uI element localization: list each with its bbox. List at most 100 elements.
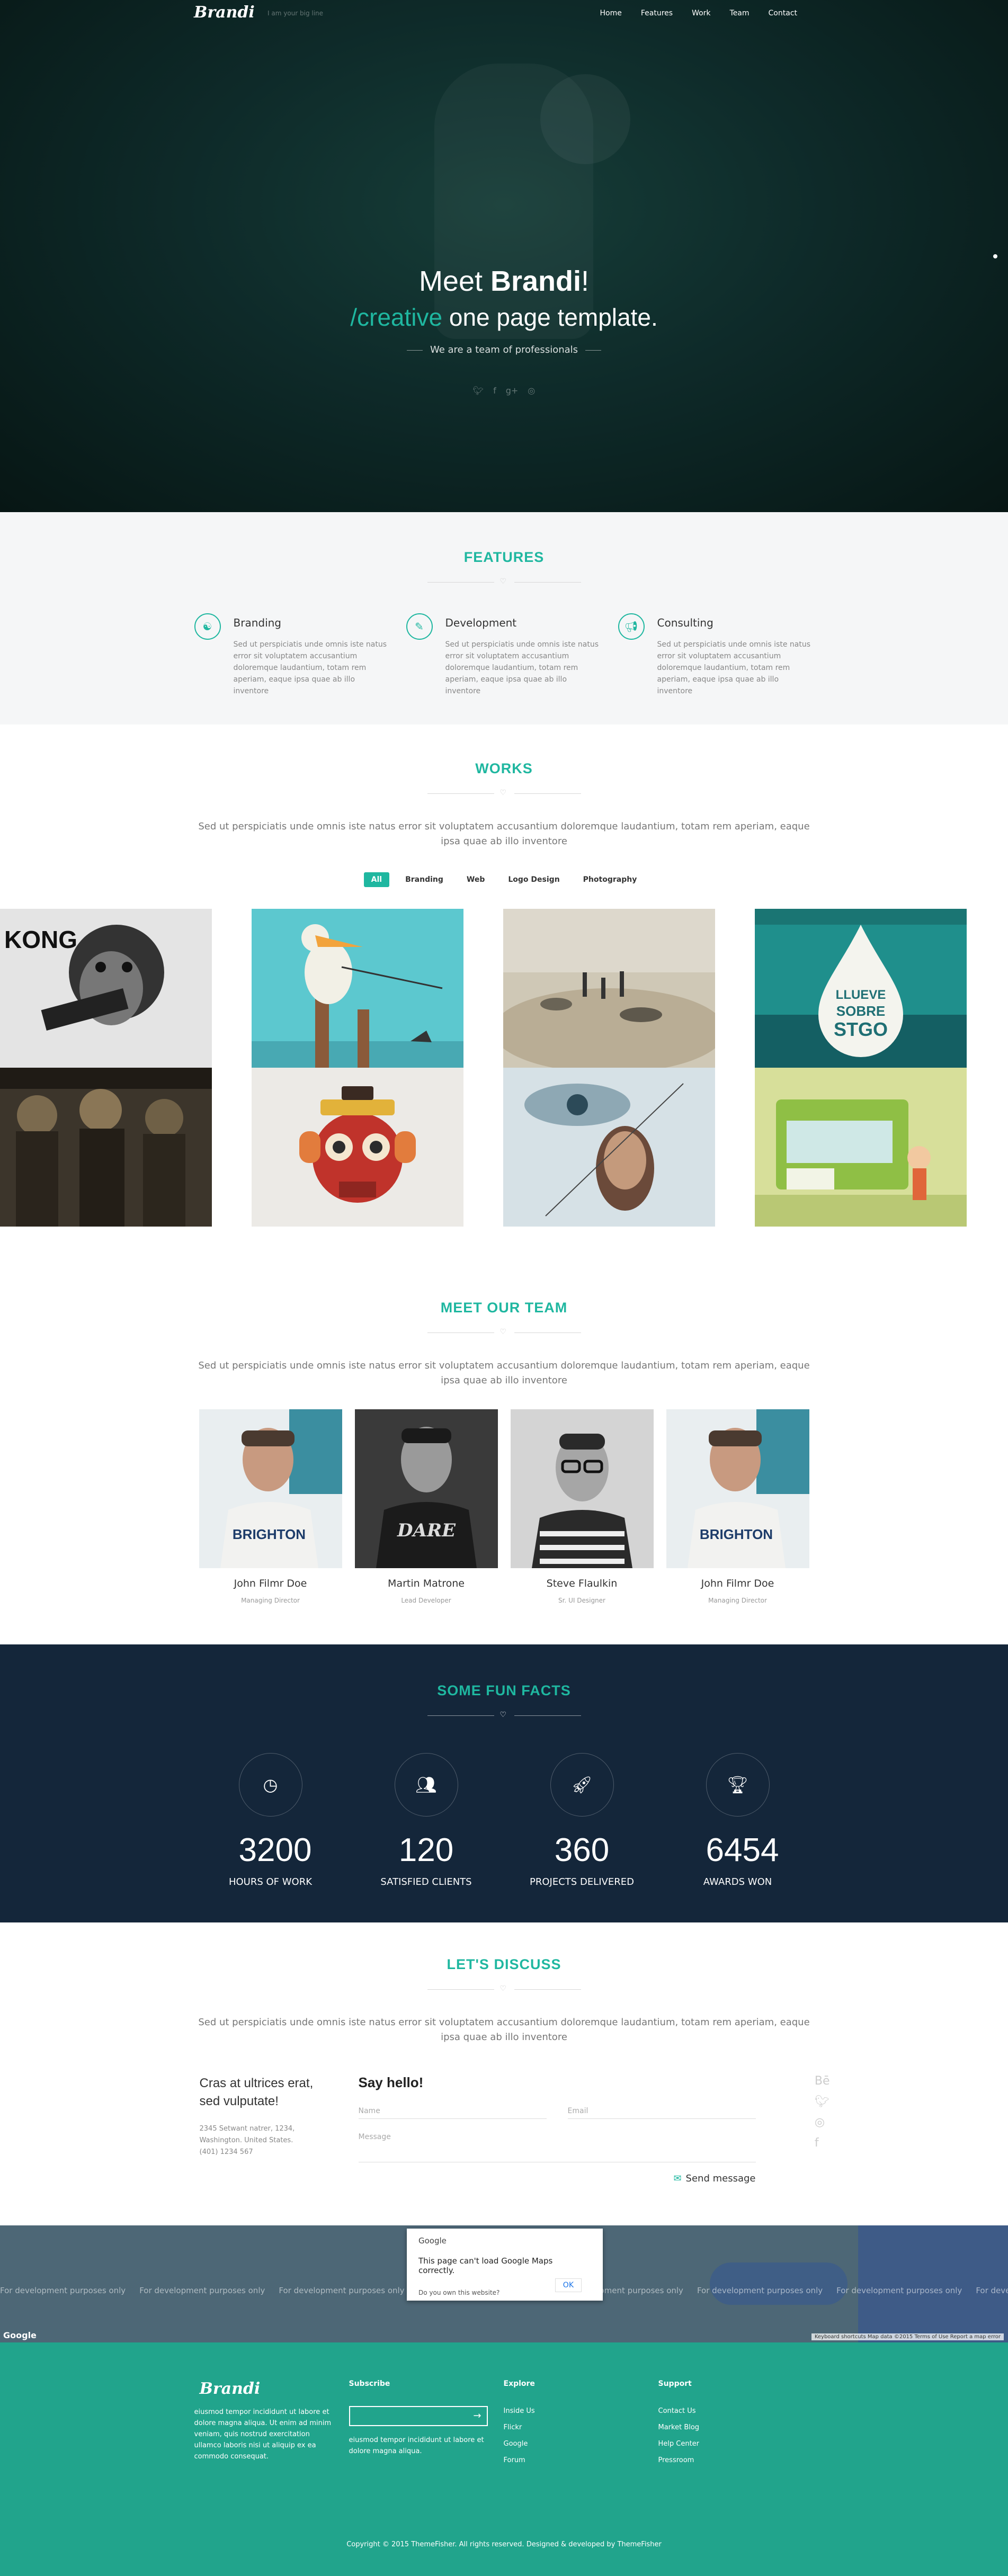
portfolio-item[interactable] — [252, 909, 463, 1068]
team-member-name: Martin Matrone — [388, 1578, 465, 1589]
hero-section: Brandi I am your big line Home Features … — [0, 0, 1008, 512]
feature-title: Development — [445, 616, 517, 629]
filter-all[interactable]: All — [363, 872, 390, 887]
portfolio-item[interactable] — [503, 1068, 715, 1227]
feature-title: Branding — [233, 616, 282, 629]
fact-value: 360 — [554, 1832, 610, 1868]
footer-logo[interactable]: Brandi — [200, 2380, 333, 2398]
works-title: WORKS — [475, 761, 533, 776]
fact-value: 6454 — [706, 1832, 779, 1868]
avatar — [510, 1409, 654, 1568]
footer-link[interactable]: Market Blog — [658, 2423, 797, 2431]
footer-link[interactable]: Pressroom — [658, 2456, 797, 2464]
google-logo: Google — [3, 2330, 37, 2340]
name-field[interactable]: Name — [358, 2107, 547, 2119]
avatar: BRIGHTON — [666, 1409, 809, 1568]
footer-link[interactable]: Flickr — [504, 2423, 643, 2431]
feature-text: Sed ut perspiciatis unde omnis iste natu… — [445, 640, 599, 695]
facebook-icon[interactable]: f — [493, 386, 496, 396]
hero-title-suffix: ! — [581, 265, 590, 297]
fact-item: ◷ 3200 HOURS OF WORK — [229, 1753, 312, 1888]
feature-text: Sed ut perspiciatis unde omnis iste natu… — [657, 640, 811, 695]
filter-photography[interactable]: Photography — [576, 872, 645, 887]
fact-value: 120 — [398, 1832, 454, 1868]
dribbble-icon[interactable]: ◎ — [528, 386, 535, 396]
dialog-message: This page can't load Google Maps correct… — [418, 2256, 553, 2275]
dribbble-icon[interactable]: ◎ — [815, 2116, 830, 2129]
subscribe-input[interactable]: → — [349, 2406, 488, 2426]
map-attribution[interactable]: Keyboard shortcuts Map data ©2015 Terms … — [811, 2333, 1004, 2340]
footer-link[interactable]: Forum — [504, 2456, 643, 2464]
copyright: Copyright © 2015 ThemeFisher. All rights… — [346, 2541, 662, 2548]
portfolio-filters: All Branding Web Logo Design Photography — [0, 872, 1008, 887]
subscribe-text: eiusmod tempor incididunt ut labore et d… — [349, 2436, 484, 2455]
filter-web[interactable]: Web — [459, 872, 492, 887]
contact-social-links: Bē 🐦︎ ◎ f — [815, 2074, 830, 2150]
section-divider: ♡ — [427, 789, 581, 798]
team-section: MEET OUR TEAM ♡ Sed ut perspiciatis unde… — [0, 1254, 1008, 1644]
portfolio-item[interactable]: LLUEVE SOBRE STGO — [755, 909, 967, 1068]
team-member-role: Lead Developer — [401, 1597, 451, 1604]
section-divider: ♡ — [427, 1711, 581, 1720]
map-section[interactable]: For development purposes only For develop… — [0, 2225, 1008, 2342]
team-member-name: John Filmr Doe — [701, 1578, 774, 1589]
svg-text:BRIGHTON: BRIGHTON — [699, 1526, 772, 1542]
filter-logo-design[interactable]: Logo Design — [501, 872, 567, 887]
contact-title: LET'S DISCUSS — [447, 1956, 561, 1972]
site-logo[interactable]: Brandi — [194, 3, 255, 22]
portfolio-item[interactable]: KONG — [0, 909, 212, 1068]
hero-subtitle: /creative one page template. — [0, 303, 1008, 332]
github-icon: ☯ — [194, 613, 221, 640]
portfolio-item[interactable] — [503, 909, 715, 1068]
twitter-icon[interactable]: 🐦︎ — [815, 2095, 830, 2108]
nav-item-team[interactable]: Team — [730, 9, 750, 17]
send-message-button[interactable]: ✉ Send message — [359, 2173, 755, 2184]
address-block: Cras at ultrices erat, sed vulputate! 23… — [200, 2074, 337, 2184]
avatar: DARE — [354, 1409, 498, 1568]
heart-icon: ♡ — [499, 1328, 507, 1336]
team-title: MEET OUR TEAM — [440, 1300, 568, 1316]
slider-dot[interactable] — [993, 254, 997, 258]
svg-text:STGO: STGO — [834, 1018, 888, 1040]
behance-icon[interactable]: Bē — [815, 2074, 830, 2088]
hero-title-prefix: Meet — [418, 265, 490, 297]
footer-link[interactable]: Google — [504, 2440, 643, 2448]
trophy-icon: 🏆︎ — [706, 1753, 770, 1817]
portfolio-item[interactable] — [252, 1068, 463, 1227]
twitter-icon[interactable]: 🐦︎ — [473, 386, 484, 396]
facebook-icon[interactable]: f — [815, 2136, 830, 2150]
portfolio-item[interactable] — [0, 1068, 212, 1227]
section-divider: ♡ — [427, 577, 581, 587]
top-navigation: Brandi I am your big line Home Features … — [0, 0, 1008, 28]
nav-item-home[interactable]: Home — [600, 9, 622, 17]
footer-link[interactable]: Help Center — [658, 2440, 797, 2448]
team-member-card[interactable]: Steve Flaulkin Sr. UI Designer — [510, 1409, 654, 1604]
nav-item-contact[interactable]: Contact — [769, 9, 797, 17]
monster-logo-artwork — [252, 1068, 463, 1227]
works-section: WORKS ♡ Sed ut perspiciatis unde omnis i… — [0, 724, 1008, 1254]
arrow-right-icon[interactable]: → — [473, 2410, 481, 2421]
team-member-card[interactable]: BRIGHTON John Filmr Doe Managing Directo… — [666, 1409, 809, 1604]
nav-item-work[interactable]: Work — [692, 9, 710, 17]
contact-form: Say hello! Name Email Message ✉ Send mess… — [358, 2074, 756, 2184]
team-member-card[interactable]: BRIGHTON John Filmr Doe Managing Directo… — [199, 1409, 342, 1604]
nav-item-features[interactable]: Features — [641, 9, 673, 17]
footer-subscribe: Subscribe → eiusmod tempor incididunt ut… — [349, 2380, 504, 2473]
works-intro: Sed ut perspiciatis unde omnis iste natu… — [198, 821, 810, 847]
features-title: FEATURES — [463, 549, 545, 565]
team-member-role: Sr. UI Designer — [558, 1597, 605, 1604]
dialog-ok-button[interactable]: OK — [555, 2278, 582, 2292]
team-member-card[interactable]: DARE Martin Matrone Lead Developer — [354, 1409, 498, 1604]
team-member-name: John Filmr Doe — [234, 1578, 307, 1589]
fact-item: 🏆︎ 6454 AWARDS WON — [703, 1753, 779, 1888]
portfolio-item[interactable] — [755, 1068, 967, 1227]
rocket-icon: 🚀︎ — [550, 1753, 614, 1817]
email-field[interactable]: Email — [567, 2107, 756, 2119]
footer-link[interactable]: Inside Us — [504, 2407, 643, 2415]
facts-title: SOME FUN FACTS — [437, 1683, 571, 1698]
message-field[interactable]: Message — [358, 2133, 756, 2162]
avatar: BRIGHTON — [199, 1409, 342, 1568]
footer-link[interactable]: Contact Us — [658, 2407, 797, 2415]
google-plus-icon[interactable]: g+ — [506, 386, 519, 396]
filter-branding[interactable]: Branding — [398, 872, 451, 887]
